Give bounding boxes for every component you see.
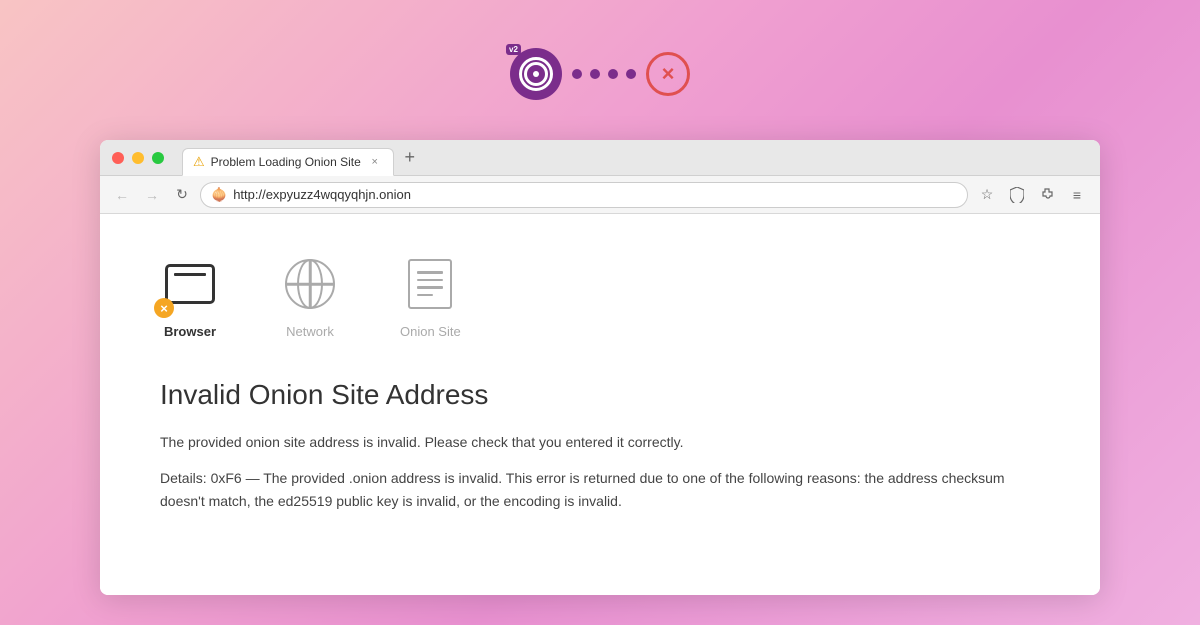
minimize-button[interactable] <box>132 152 144 164</box>
shield-button[interactable] <box>1004 182 1030 208</box>
dot-4 <box>626 69 636 79</box>
globe-oval <box>297 259 323 309</box>
document-icon <box>408 259 452 309</box>
globe-icon <box>285 259 335 309</box>
tab-warning-icon: ⚠ <box>193 154 205 170</box>
browser-toolbar: ← → ↻ 🧅 http://expyuzz4wqqyqhjn.onion ☆ … <box>100 176 1100 214</box>
browser-status-item: × Browser <box>160 254 220 339</box>
network-status-item: Network <box>280 254 340 339</box>
new-tab-button[interactable]: + <box>398 146 422 170</box>
browser-window: ⚠ Problem Loading Onion Site × + ← → ↻ 🧅… <box>100 140 1100 595</box>
refresh-button[interactable]: ↻ <box>170 183 194 207</box>
doc-line-3 <box>417 286 443 289</box>
document-lines <box>417 271 443 296</box>
status-icons: × Browser Network <box>160 254 1040 339</box>
tor-connection-diagram: v2 × <box>510 48 690 100</box>
browser-icon <box>165 264 215 304</box>
tor-logo: v2 <box>510 48 562 100</box>
browser-status-label: Browser <box>164 324 216 339</box>
error-title: Invalid Onion Site Address <box>160 379 1040 411</box>
active-tab[interactable]: ⚠ Problem Loading Onion Site × <box>182 148 394 176</box>
error-x-icon: × <box>662 61 675 87</box>
onion-site-status-label: Onion Site <box>400 324 461 339</box>
tor-logo-inner <box>519 57 553 91</box>
onion-site-icon-wrapper <box>400 254 460 314</box>
tab-title: Problem Loading Onion Site <box>211 155 361 169</box>
forward-button[interactable]: → <box>140 183 164 207</box>
error-page: × Browser Network <box>100 214 1100 595</box>
dots-area <box>572 69 636 79</box>
dot-3 <box>608 69 618 79</box>
dot-1 <box>572 69 582 79</box>
maximize-button[interactable] <box>152 152 164 164</box>
extensions-button[interactable] <box>1034 182 1060 208</box>
v2-badge: v2 <box>506 44 521 55</box>
address-text: http://expyuzz4wqqyqhjn.onion <box>233 187 411 202</box>
back-button[interactable]: ← <box>110 183 134 207</box>
network-icon-wrapper <box>280 254 340 314</box>
close-button[interactable] <box>112 152 124 164</box>
doc-line-1 <box>417 271 443 274</box>
bookmark-button[interactable]: ☆ <box>974 182 1000 208</box>
toolbar-right: ☆ ≡ <box>974 182 1090 208</box>
extensions-icon <box>1039 187 1055 203</box>
dot-2 <box>590 69 600 79</box>
tab-area: ⚠ Problem Loading Onion Site × + <box>182 144 1088 172</box>
menu-button[interactable]: ≡ <box>1064 182 1090 208</box>
error-description: The provided onion site address is inval… <box>160 431 1040 453</box>
error-circle: × <box>646 52 690 96</box>
doc-line-2 <box>417 279 443 282</box>
onion-icon: 🧅 <box>211 187 227 203</box>
network-status-label: Network <box>286 324 334 339</box>
onion-site-status-item: Onion Site <box>400 254 461 339</box>
browser-error-badge: × <box>154 298 174 318</box>
error-details: Details: 0xF6 — The provided .onion addr… <box>160 467 1040 512</box>
browser-titlebar: ⚠ Problem Loading Onion Site × + <box>100 140 1100 176</box>
address-bar[interactable]: 🧅 http://expyuzz4wqqyqhjn.onion <box>200 182 968 208</box>
tab-close-button[interactable]: × <box>367 154 383 170</box>
browser-icon-wrapper: × <box>160 254 220 314</box>
shield-icon <box>1010 187 1024 203</box>
